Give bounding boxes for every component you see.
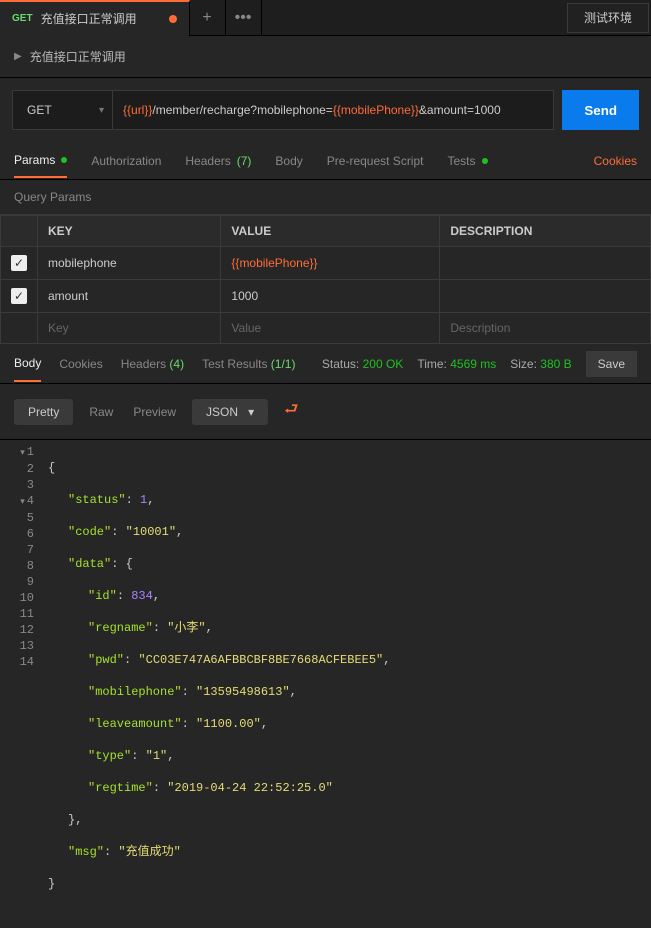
cell-desc[interactable] <box>440 247 651 280</box>
resp-tab-headers[interactable]: Headers (4) <box>121 357 184 371</box>
preview-button[interactable]: Preview <box>129 399 180 425</box>
query-params-label: Query Params <box>0 180 651 215</box>
request-tab[interactable]: GET 充值接口正常调用 <box>0 0 190 36</box>
pretty-button[interactable]: Pretty <box>14 399 73 425</box>
tab-menu-button[interactable]: ••• <box>226 0 262 36</box>
table-row: ✓ mobilephone {{mobilePhone}} <box>1 247 651 280</box>
cell-desc[interactable] <box>440 280 651 313</box>
new-tab-button[interactable]: + <box>190 0 226 36</box>
resp-tab-body[interactable]: Body <box>14 356 41 382</box>
size-value: 380 B <box>540 357 571 371</box>
url-var: {{mobilePhone}} <box>333 103 419 117</box>
cell-key[interactable]: amount <box>38 280 221 313</box>
cookies-link[interactable]: Cookies <box>594 154 637 168</box>
value-input[interactable]: Value <box>221 313 440 344</box>
send-button[interactable]: Send <box>562 90 639 130</box>
resp-tab-testresults[interactable]: Test Results (1/1) <box>202 357 295 371</box>
tab-tests[interactable]: Tests <box>447 154 487 168</box>
request-row: GET {{url}}/member/recharge?mobilephone=… <box>0 78 651 142</box>
tab-authorization[interactable]: Authorization <box>91 154 161 168</box>
raw-button[interactable]: Raw <box>85 399 117 425</box>
desc-input[interactable]: Description <box>440 313 651 344</box>
cell-value[interactable]: 1000 <box>221 280 440 313</box>
response-meta: Status: 200 OK Time: 4569 ms Size: 380 B… <box>322 351 637 377</box>
top-bar: GET 充值接口正常调用 + ••• 测试环境 <box>0 0 651 36</box>
tab-headers[interactable]: Headers (7) <box>185 154 251 168</box>
tab-prerequest[interactable]: Pre-request Script <box>327 154 424 168</box>
format-select[interactable]: JSON▾ <box>192 399 268 425</box>
code-content: { "status": 1, "code": "10001", "data": … <box>48 444 651 924</box>
tab-params[interactable]: Params <box>14 153 67 178</box>
save-response-button[interactable]: Save <box>586 351 637 377</box>
dot-icon <box>482 158 488 164</box>
params-table: KEY VALUE DESCRIPTION ✓ mobilephone {{mo… <box>0 215 651 344</box>
line-gutter: 1 2 3 4 5 6 7 8 9 10 11 12 13 14 <box>0 444 48 924</box>
tab-actions: + ••• <box>190 0 262 36</box>
tab-title: 充值接口正常调用 <box>41 10 137 27</box>
table-row: ✓ amount 1000 <box>1 280 651 313</box>
method-value: GET <box>27 103 52 117</box>
tab-body[interactable]: Body <box>275 154 302 168</box>
request-tabs: Params Authorization Headers (7) Body Pr… <box>0 142 651 180</box>
environment-select[interactable]: 测试环境 <box>567 3 649 33</box>
key-input[interactable]: Key <box>38 313 221 344</box>
checkbox[interactable]: ✓ <box>11 288 27 304</box>
breadcrumb: ▶ 充值接口正常调用 <box>0 36 651 78</box>
col-key: KEY <box>38 216 221 247</box>
time-value: 4569 ms <box>450 357 496 371</box>
url-input[interactable]: {{url}}/member/recharge?mobilephone={{mo… <box>112 90 554 130</box>
environment-label: 测试环境 <box>584 9 632 26</box>
response-tabs: Body Cookies Headers (4) Test Results (1… <box>0 344 651 384</box>
unsaved-dot-icon <box>169 15 177 23</box>
dot-icon <box>61 157 67 163</box>
col-desc: DESCRIPTION <box>440 216 651 247</box>
status-value: 200 OK <box>363 357 404 371</box>
tab-method: GET <box>12 13 33 24</box>
chevron-down-icon: ▾ <box>248 405 254 419</box>
breadcrumb-title: 充值接口正常调用 <box>30 48 126 65</box>
url-var: {{url}} <box>123 103 152 117</box>
resp-tab-cookies[interactable]: Cookies <box>59 357 102 371</box>
caret-right-icon[interactable]: ▶ <box>14 51 22 62</box>
col-value: VALUE <box>221 216 440 247</box>
col-check <box>1 216 38 247</box>
response-body[interactable]: 1 2 3 4 5 6 7 8 9 10 11 12 13 14 { "stat… <box>0 440 651 928</box>
wrap-lines-icon[interactable]: ⮐ <box>280 394 302 429</box>
cell-value[interactable]: {{mobilePhone}} <box>221 247 440 280</box>
method-select[interactable]: GET <box>12 90 112 130</box>
checkbox[interactable]: ✓ <box>11 255 27 271</box>
viewer-controls: Pretty Raw Preview JSON▾ ⮐ <box>0 384 651 440</box>
table-row-new: Key Value Description <box>1 313 651 344</box>
cell-key[interactable]: mobilephone <box>38 247 221 280</box>
